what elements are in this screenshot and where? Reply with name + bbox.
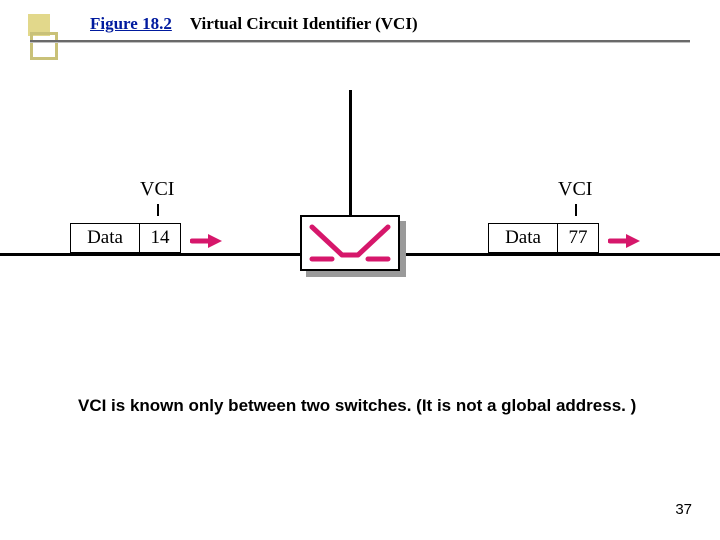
vci-label-left: VCI bbox=[140, 178, 174, 201]
caption-text: VCI is known only between two switches. … bbox=[78, 395, 650, 418]
packet-left: Data 14 bbox=[70, 223, 181, 253]
figure-title: Virtual Circuit Identifier (VCI) bbox=[190, 14, 418, 33]
packet-right: Data 77 bbox=[488, 223, 599, 253]
vci-tick-right bbox=[575, 204, 577, 216]
packet-right-vci: 77 bbox=[558, 223, 599, 253]
vci-diagram: VCI Data 14 VCI Data 77 bbox=[0, 150, 720, 320]
switch bbox=[300, 215, 400, 271]
figure-number: Figure 18.2 bbox=[90, 14, 172, 33]
vci-tick-left bbox=[157, 204, 159, 216]
page-number: 37 bbox=[675, 501, 692, 518]
packet-left-data: Data bbox=[70, 223, 140, 253]
switch-face bbox=[300, 215, 400, 271]
switch-stem bbox=[349, 90, 352, 223]
arrow-right-icon bbox=[608, 232, 642, 250]
figure-header: Figure 18.2 Virtual Circuit Identifier (… bbox=[90, 14, 690, 38]
arrow-right-icon bbox=[190, 232, 224, 250]
slide: Figure 18.2 Virtual Circuit Identifier (… bbox=[0, 0, 720, 540]
corner-decoration bbox=[28, 14, 62, 52]
arrow-right bbox=[608, 232, 642, 250]
arrow-left bbox=[190, 232, 224, 250]
switch-cross-icon bbox=[302, 217, 398, 269]
deco-square-front bbox=[30, 32, 58, 60]
packet-right-data: Data bbox=[488, 223, 558, 253]
header-divider bbox=[30, 40, 690, 42]
vci-label-right: VCI bbox=[558, 178, 592, 201]
packet-left-vci: 14 bbox=[140, 223, 181, 253]
